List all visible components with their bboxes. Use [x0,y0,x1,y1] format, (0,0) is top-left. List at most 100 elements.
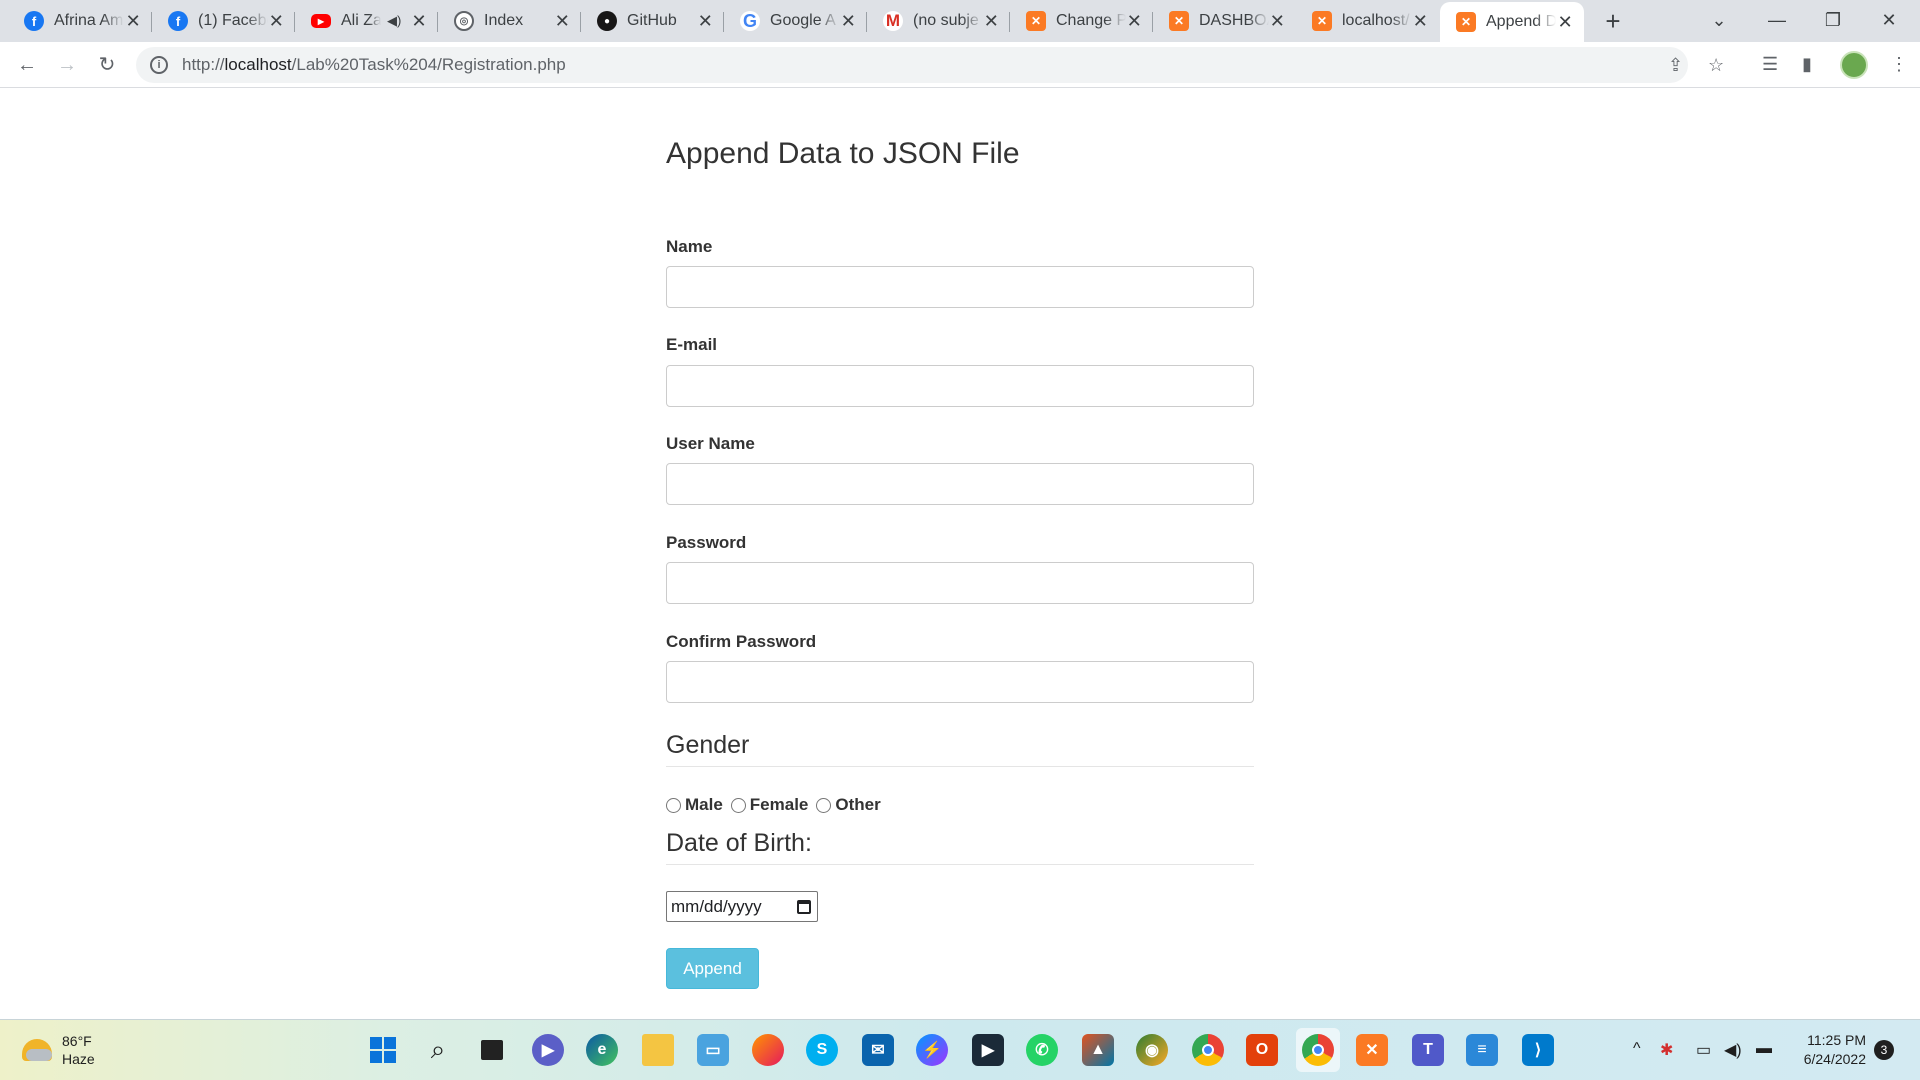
url-text[interactable]: http://localhost/Lab%20Task%204/Registra… [182,55,566,75]
xampp-icon: ✕ [1456,12,1476,32]
tab-dashboard[interactable]: ✕ DASHBOA ✕ [1153,0,1296,42]
tab-title: (no subje [913,12,979,29]
messenger-icon[interactable]: ⚡ [916,1034,948,1066]
close-window-button[interactable]: ✕ [1866,0,1912,42]
gender-male-radio[interactable] [666,797,681,813]
close-tab-icon[interactable]: ✕ [983,11,1000,32]
tab-title: Afrina Am [54,12,124,29]
file-explorer-icon[interactable] [642,1034,674,1066]
battery-icon[interactable]: ▬ [1756,1040,1772,1058]
close-tab-icon[interactable]: ✕ [268,11,285,32]
restore-button[interactable]: ❐ [1810,0,1856,42]
network-icon[interactable]: ▭ [1696,1040,1711,1060]
chrome-active-icon[interactable] [1296,1028,1340,1072]
close-tab-icon[interactable]: ✕ [1269,11,1286,32]
tab-gmail[interactable]: M (no subje ✕ [867,0,1010,42]
share-icon[interactable]: ⇪ [1668,55,1683,76]
close-tab-icon[interactable]: ✕ [1412,11,1429,32]
tab-facebook[interactable]: f (1) Facebo ✕ [152,0,295,42]
search-icon[interactable]: ⌕ [422,1034,454,1066]
username-field[interactable] [666,463,1254,505]
show-hidden-icons-icon[interactable]: ^ [1633,1040,1641,1058]
tab-google[interactable]: G Google A ✕ [724,0,867,42]
reload-button[interactable]: ↻ [92,50,122,80]
matlab-icon[interactable]: ▲ [1082,1034,1114,1066]
dob-legend: Date of Birth: [666,829,812,857]
tab-afrina[interactable]: f Afrina Am ✕ [0,0,152,42]
close-tab-icon[interactable]: ✕ [1126,11,1143,32]
address-bar[interactable]: i http://localhost/Lab%20Task%204/Regist… [136,47,1724,83]
notepad-icon[interactable]: ≡ [1466,1034,1498,1066]
start-menu-icon[interactable] [367,1034,399,1066]
append-button[interactable]: Append [666,948,759,989]
tab-title: Index [484,12,524,29]
tab-localhost[interactable]: ✕ localhost/ ✕ [1296,0,1439,42]
firefox-icon[interactable] [752,1034,784,1066]
name-field[interactable] [666,266,1254,308]
gender-other-radio[interactable] [816,797,832,813]
office-icon[interactable]: O [1246,1034,1278,1066]
close-tab-icon[interactable]: ✕ [697,11,714,32]
volume-icon[interactable]: ◀) [1724,1040,1742,1060]
pycharm-icon[interactable]: ▶ [972,1034,1004,1066]
close-tab-icon[interactable]: ✕ [840,11,857,32]
gender-radio-group: Male Female Other [666,795,885,815]
gender-female-radio[interactable] [730,797,746,813]
profile-avatar[interactable] [1840,51,1868,79]
tab-title: Change P [1056,12,1126,29]
facebook-icon: f [168,11,188,31]
weather-widget[interactable]: 86°F Haze [22,1032,95,1068]
close-tab-icon[interactable]: ✕ [1556,12,1574,33]
globe-icon: ◎ [454,11,474,31]
download-manager-icon[interactable]: ◉ [1136,1034,1168,1066]
teams-icon[interactable]: T [1412,1034,1444,1066]
dob-date-input[interactable]: mm/dd/yyyy [666,891,818,922]
edge-icon[interactable]: e [586,1034,618,1066]
tab-title: Google A [770,12,836,29]
reading-list-icon[interactable]: ☰ [1762,54,1778,75]
teams-chat-icon[interactable]: ▶ [532,1034,564,1066]
tab-append-active[interactable]: ✕ Append D ✕ [1440,2,1584,42]
xampp-icon: ✕ [1312,11,1332,31]
store-icon[interactable]: ▭ [697,1034,729,1066]
system-clock[interactable]: 11:25 PM 6/24/2022 [1782,1031,1866,1069]
menu-kebab-icon[interactable]: ⋮ [1890,54,1908,75]
tab-search-icon[interactable]: ⌄ [1696,0,1742,42]
minimize-button[interactable]: — [1754,0,1800,42]
tab-title: DASHBOA [1199,12,1269,29]
confirm-password-field[interactable] [666,661,1254,703]
site-info-icon[interactable]: i [150,56,168,74]
vscode-icon[interactable]: ⟩ [1522,1034,1554,1066]
speaker-icon[interactable]: ◀) [387,13,401,29]
bookmark-star-icon[interactable]: ☆ [1708,55,1724,76]
password-field[interactable] [666,562,1254,604]
whatsapp-icon[interactable]: ✆ [1026,1034,1058,1066]
tab-github[interactable]: ● GitHub ✕ [581,0,724,42]
xampp-icon: ✕ [1169,11,1189,31]
weather-desc: Haze [62,1051,95,1067]
skype-icon[interactable]: S [806,1034,838,1066]
new-tab-button[interactable]: + [1598,6,1628,36]
close-tab-icon[interactable]: ✕ [124,11,142,32]
close-tab-icon[interactable]: ✕ [554,11,571,32]
email-label: E-mail [666,335,718,354]
tab-youtube[interactable]: ▶ Ali Za ◀) ✕ [295,0,438,42]
windows-taskbar: 86°F Haze ⌕ ▶ e ▭ S ✉ ⚡ ▶ ✆ ▲ ◉ O ✕ T ≡ … [0,1019,1920,1080]
task-view-icon[interactable] [476,1034,508,1066]
antivirus-tray-icon[interactable]: ✱ [1660,1040,1673,1060]
chrome-icon[interactable] [1192,1034,1224,1066]
xampp-icon[interactable]: ✕ [1356,1034,1388,1066]
facebook-icon: f [24,11,44,31]
tab-change-password[interactable]: ✕ Change P ✕ [1010,0,1153,42]
email-field[interactable] [666,365,1254,407]
tab-index[interactable]: ◎ Index ✕ [438,0,581,42]
side-panel-icon[interactable]: ▮ [1802,54,1812,75]
calendar-icon[interactable] [797,899,811,914]
mail-icon[interactable]: ✉ [862,1034,894,1066]
page-title: Append Data to JSON File [666,137,1020,170]
gender-legend: Gender [666,731,750,759]
forward-button[interactable]: → [52,50,82,80]
close-tab-icon[interactable]: ✕ [410,11,428,32]
back-button[interactable]: ← [12,50,42,80]
notification-badge[interactable]: 3 [1874,1040,1894,1060]
